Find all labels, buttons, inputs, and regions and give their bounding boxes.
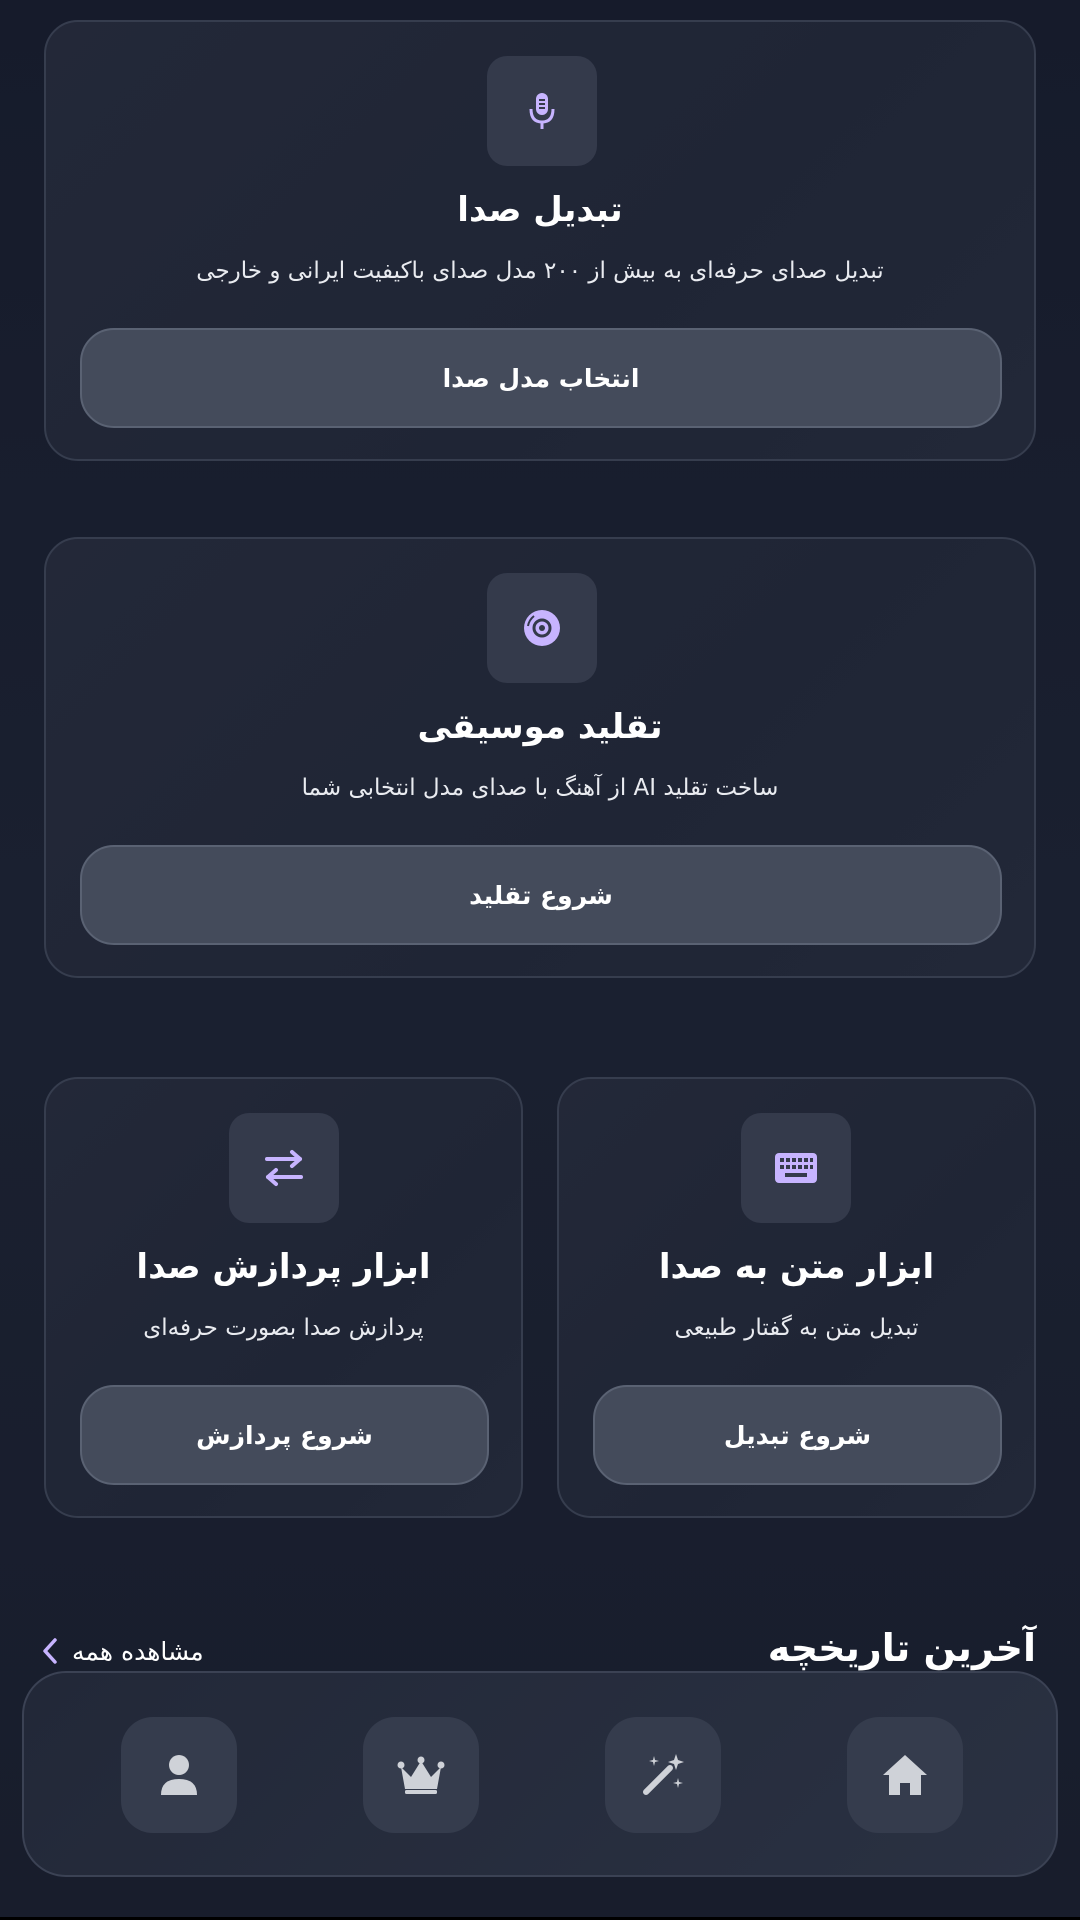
user-icon: [161, 1755, 197, 1795]
text-to-speech-icon-box: [741, 1113, 851, 1223]
voice-conversion-title: تبدیل صدا: [457, 190, 623, 230]
vinyl-disc-icon: [524, 610, 560, 646]
recent-history-title: آخرین تاریخچه: [767, 1626, 1036, 1670]
view-all-label: مشاهده همه: [72, 1636, 204, 1666]
swap-arrows-icon: [265, 1150, 303, 1186]
crown-icon: [397, 1756, 445, 1794]
voice-conversion-description: تبدیل صدای حرفه‌ای به بیش از ۲۰۰ مدل صدا…: [196, 258, 884, 284]
music-cover-card: تقلید موسیقی ساخت تقلید AI از آهنگ با صد…: [44, 537, 1036, 978]
nav-home-button[interactable]: [847, 1717, 963, 1833]
music-cover-icon-box: [487, 573, 597, 683]
audio-processing-card: ابزار پردازش صدا پردازش صدا بصورت حرفه‌ا…: [44, 1077, 523, 1518]
music-cover-description: ساخت تقلید AI از آهنگ با صدای مدل انتخاب…: [301, 775, 779, 801]
chevron-left-icon: [43, 1638, 57, 1664]
audio-processing-title: ابزار پردازش صدا: [136, 1247, 431, 1287]
view-all-link[interactable]: مشاهده همه: [40, 1636, 204, 1666]
keyboard-icon: [775, 1153, 817, 1183]
text-to-speech-card: ابزار متن به صدا تبدیل متن به گفتار طبیع…: [557, 1077, 1036, 1518]
audio-processing-description: پردازش صدا بصورت حرفه‌ای: [143, 1315, 424, 1341]
audio-processing-icon-box: [229, 1113, 339, 1223]
select-voice-model-button[interactable]: انتخاب مدل صدا: [80, 328, 1002, 428]
bottom-navigation: [22, 1671, 1058, 1877]
voice-conversion-card: تبدیل صدا تبدیل صدای حرفه‌ای به بیش از ۲…: [44, 20, 1036, 461]
nav-profile-button[interactable]: [121, 1717, 237, 1833]
magic-wand-icon: [643, 1754, 684, 1795]
microphone-icon: [529, 93, 555, 129]
start-conversion-button[interactable]: شروع تبدیل: [593, 1385, 1002, 1485]
text-to-speech-title: ابزار متن به صدا: [658, 1247, 935, 1287]
voice-conversion-icon-box: [487, 56, 597, 166]
start-cover-button[interactable]: شروع تقلید: [80, 845, 1002, 945]
start-processing-button[interactable]: شروع پردازش: [80, 1385, 489, 1485]
home-icon: [883, 1755, 927, 1795]
music-cover-title: تقلید موسیقی: [417, 707, 663, 747]
nav-premium-button[interactable]: [363, 1717, 479, 1833]
text-to-speech-description: تبدیل متن به گفتار طبیعی: [674, 1315, 919, 1341]
nav-ai-tools-button[interactable]: [605, 1717, 721, 1833]
